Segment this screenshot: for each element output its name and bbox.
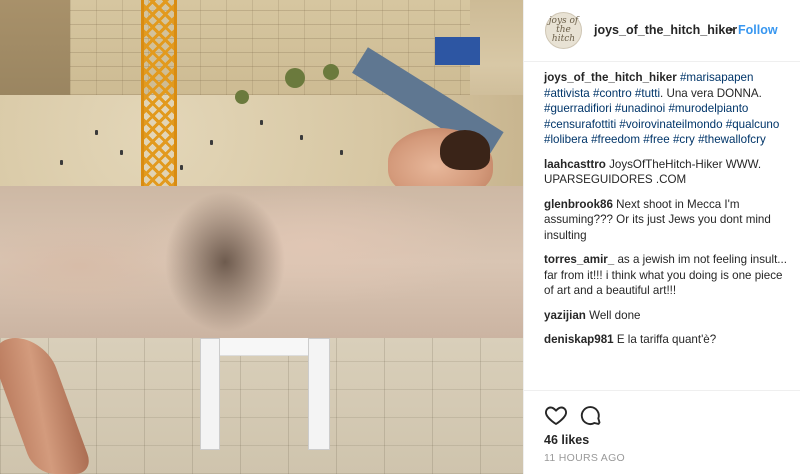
photo-person [300,135,303,140]
comment-username[interactable]: deniskap981 [544,333,614,346]
comment-item: laahcasttro JoysOfTheHitch-Hiker WWW. UP… [544,157,794,188]
comment-item: yazijian Well done [544,308,794,324]
photo-person [95,130,98,135]
photo-ramp-structure [435,37,480,65]
photo-tree [235,90,249,104]
hashtag-link[interactable]: #murodelpianto [668,102,748,115]
comments-list: joys_of_the_hitch_hiker #marisapapen #at… [544,70,794,357]
comment-username[interactable]: glenbrook86 [544,198,613,211]
photo-chair-leg [308,338,330,450]
comment-username[interactable]: torres_amir_ [544,253,614,266]
caption-fragment: . Una vera DONNA. [660,86,762,100]
comment-username[interactable]: laahcasttro [544,158,606,171]
comment-text: Well done [589,308,641,322]
comment-username[interactable]: yazijian [544,309,586,322]
hashtag-link[interactable]: #guerradifiori [544,102,612,115]
comment-item: deniskap981 E la tariffa quant'è? [544,332,794,348]
photo-subject-hair [440,130,490,170]
hashtag-link[interactable]: #unadinoi [615,102,665,115]
photo-tree [285,68,305,88]
photo-person [260,120,263,125]
post-header: joys of the hitch joys_of_the_hitch_hike… [524,0,800,62]
hashtag-link[interactable]: #marisapapen [680,71,753,84]
header-username[interactable]: joys_of_the_hitch_hiker [594,23,737,37]
photo-person [60,160,63,165]
follow-button[interactable]: Follow [738,23,778,37]
comment-text: E la tariffa quant'è? [616,333,717,346]
photo-blurred-region [0,186,523,338]
hashtag-link[interactable]: #cry [673,133,695,146]
hashtag-link[interactable]: #contro [593,87,632,100]
caption: joys_of_the_hitch_hiker #marisapapen #at… [544,70,794,148]
hashtag-link[interactable]: #tutti [635,87,660,100]
photo-person [340,150,343,155]
avatar[interactable]: joys of the hitch [545,12,582,49]
photo-crane [141,0,177,186]
photo-person [180,165,183,170]
hashtag-link[interactable]: #voirovinateilmondo [619,118,722,131]
post-photo[interactable] [0,0,523,474]
post-actions: 46 likes 11 HOURS AGO [524,390,800,474]
hashtag-link[interactable]: #lolibera [544,133,588,146]
hashtag-link[interactable]: #freedom [591,133,640,146]
comment-item: glenbrook86 Next shoot in Mecca I'm assu… [544,197,794,244]
hashtag-link[interactable]: #censurafottiti [544,118,616,131]
caption-username[interactable]: joys_of_the_hitch_hiker [544,71,677,84]
heart-icon[interactable] [544,403,568,427]
photo-person [210,140,213,145]
hashtag-link[interactable]: #free [643,133,669,146]
comment-item: torres_amir_ as a jewish im not feeling … [544,252,794,299]
photo-person [120,150,123,155]
hashtag-link[interactable]: #thewallofcry [698,133,766,146]
post-sidebar: joys of the hitch joys_of_the_hitch_hike… [523,0,800,474]
hashtag-link[interactable]: #attivista [544,87,590,100]
photo-tree [323,64,339,80]
hashtag-link[interactable]: #qualcuno [726,118,780,131]
comment-icon[interactable] [579,403,603,427]
likes-count[interactable]: 46 likes [544,433,589,447]
post-timestamp[interactable]: 11 HOURS AGO [544,452,625,464]
follow-separator: • [729,23,734,37]
photo-chair-leg [200,338,220,450]
